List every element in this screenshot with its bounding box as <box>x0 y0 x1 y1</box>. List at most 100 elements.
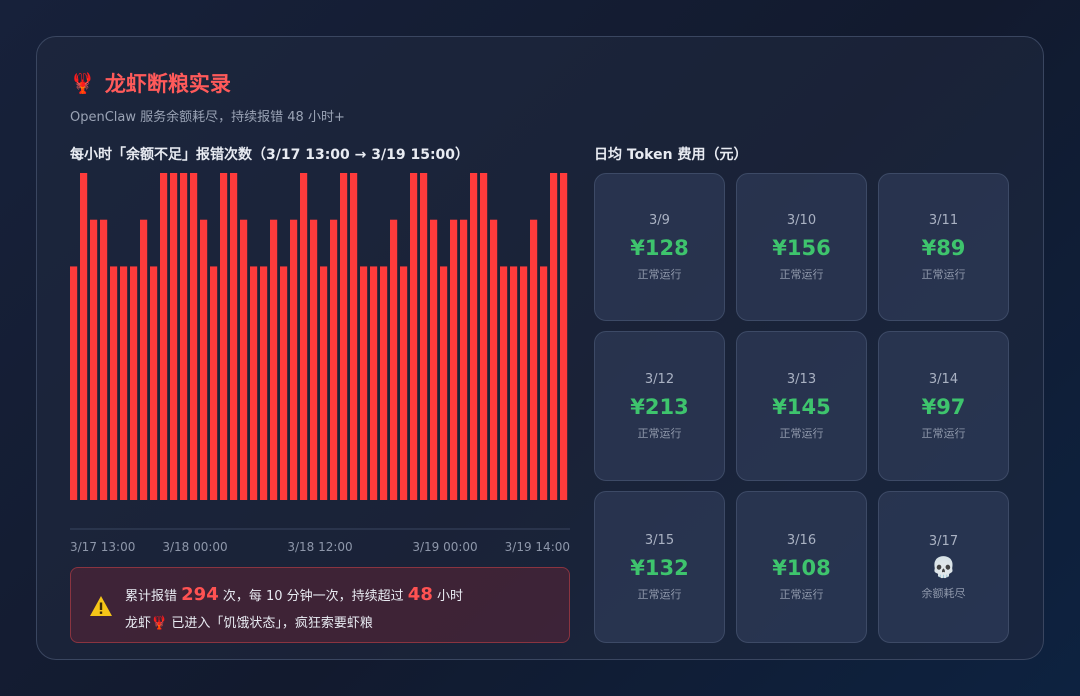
chart-bar <box>100 219 108 500</box>
x-tick-label: 3/18 00:00 <box>162 540 227 554</box>
chart-bar <box>180 173 188 500</box>
chart-bar <box>440 266 448 500</box>
chart-bar <box>420 173 428 500</box>
chart-bar <box>140 219 148 500</box>
chart-bar <box>290 219 298 500</box>
chart-bar <box>470 173 478 500</box>
tile-amount: ¥132 <box>630 555 689 580</box>
chart-bar <box>230 173 238 500</box>
chart-title: 每小时「余额不足」报错次数（3/17 13:00 → 3/19 15:00） <box>70 147 470 163</box>
x-tick-label: 3/17 13:00 <box>70 540 135 554</box>
chart-bar <box>390 219 398 500</box>
tile-date: 3/13 <box>786 371 817 387</box>
alert-text: 龙虾 <box>125 616 152 631</box>
cost-tile: 3/13 ¥145 正常运行 <box>736 331 867 481</box>
warning-icon <box>90 596 112 616</box>
hours-value: 48 <box>407 584 433 605</box>
chart-bar <box>120 266 128 500</box>
cost-tile: 3/11 ¥89 正常运行 <box>878 173 1009 321</box>
tile-date: 3/11 <box>928 212 959 228</box>
chart-bar <box>530 219 538 500</box>
tile-amount: ¥156 <box>772 235 831 260</box>
chart-bar <box>270 219 278 500</box>
cost-tile: 3/12 ¥213 正常运行 <box>594 331 725 481</box>
chart-bar <box>240 219 248 500</box>
alert-text: 累计报错 <box>125 589 182 604</box>
chart-bar <box>490 219 498 500</box>
tile-amount: ¥145 <box>772 394 831 419</box>
chart-bar <box>170 173 178 500</box>
tile-status: 正常运行 <box>779 267 824 281</box>
cost-tile: 3/10 ¥156 正常运行 <box>736 173 867 321</box>
x-tick-label: 3/19 00:00 <box>412 540 477 554</box>
tile-date: 3/10 <box>786 212 817 228</box>
tile-status: 正常运行 <box>921 267 966 281</box>
chart-bar <box>190 173 198 500</box>
chart-bar <box>310 219 318 500</box>
alert-line-2: 龙虾🦞 已进入「饥饿状态」，疯狂索要虾粮 <box>125 612 373 631</box>
page-title: 🦞 龙虾断粮实录 <box>70 68 231 98</box>
chart-bar <box>220 173 228 500</box>
chart-bar <box>160 173 168 500</box>
page-subtitle: OpenClaw 服务余额耗尽，持续报错 48 小时+ <box>70 110 345 125</box>
tile-status: 正常运行 <box>637 587 682 601</box>
chart-bar <box>90 219 98 500</box>
alert-text: 小时 <box>432 589 463 604</box>
cost-tile-depleted: 3/17 💀 余额耗尽 <box>878 491 1009 643</box>
alert-text: 已进入「饥饿状态」，疯狂索要虾粮 <box>167 616 373 631</box>
chart-bar <box>80 173 88 500</box>
chart-bar <box>150 266 158 500</box>
chart-bar <box>410 173 418 500</box>
tile-status: 正常运行 <box>779 426 824 440</box>
tile-amount: ¥213 <box>630 394 689 419</box>
chart-bar <box>560 173 568 500</box>
tile-date: 3/12 <box>644 371 675 387</box>
chart-bar <box>400 266 408 500</box>
chart-bar <box>260 266 268 500</box>
chart-bar <box>200 219 208 500</box>
tile-amount: ¥97 <box>921 394 966 419</box>
chart-bar <box>300 173 308 500</box>
total-errors-value: 294 <box>181 584 219 605</box>
tile-amount: ¥89 <box>921 235 966 260</box>
chart-bar <box>130 266 138 500</box>
chart-bar <box>500 266 508 500</box>
cost-tile: 3/16 ¥108 正常运行 <box>736 491 867 643</box>
chart-bar <box>210 266 218 500</box>
chart-bar <box>350 173 358 500</box>
chart-bar <box>550 173 558 500</box>
chart-bar <box>450 219 458 500</box>
cost-section-title: 日均 Token 费用（元） <box>594 147 748 163</box>
cost-tile: 3/15 ¥132 正常运行 <box>594 491 725 643</box>
cost-tile: 3/14 ¥97 正常运行 <box>878 331 1009 481</box>
x-tick-label: 3/18 12:00 <box>287 540 352 554</box>
tile-date: 3/16 <box>786 532 817 548</box>
tile-status: 余额耗尽 <box>921 586 966 600</box>
tile-status: 正常运行 <box>779 587 824 601</box>
chart-bar <box>520 266 528 500</box>
tile-date: 3/9 <box>649 212 670 228</box>
chart-bar <box>70 266 78 500</box>
tile-status: 正常运行 <box>637 267 682 281</box>
cost-tile: 3/9 ¥128 正常运行 <box>594 173 725 321</box>
chart-bar <box>370 266 378 500</box>
chart-bar <box>340 173 348 500</box>
chart-bar <box>510 266 518 500</box>
tile-amount: ¥108 <box>772 555 831 580</box>
tile-status: 正常运行 <box>921 426 966 440</box>
error-alert: 累计报错 294 次，每 10 分钟一次，持续超过 48 小时 龙虾🦞 已进入「… <box>70 567 570 643</box>
tile-status: 正常运行 <box>637 426 682 440</box>
chart-bar <box>460 219 468 500</box>
chart-bar <box>110 266 118 500</box>
alert-line-1: 累计报错 294 次，每 10 分钟一次，持续超过 48 小时 <box>125 584 463 605</box>
chart-bar <box>540 266 548 500</box>
lobster-icon: 🦞 <box>70 71 95 95</box>
x-tick-label: 3/19 14:00 <box>505 540 570 554</box>
chart-bar <box>280 266 288 500</box>
skull-icon: 💀 <box>931 554 956 579</box>
chart-bar <box>250 266 258 500</box>
chart-bar <box>380 266 388 500</box>
error-bar-chart: 3/17 13:00 3/18 00:00 3/18 12:00 3/19 00:00… <box>70 173 570 554</box>
chart-bar <box>330 219 338 500</box>
tile-date: 3/17 <box>928 533 959 549</box>
